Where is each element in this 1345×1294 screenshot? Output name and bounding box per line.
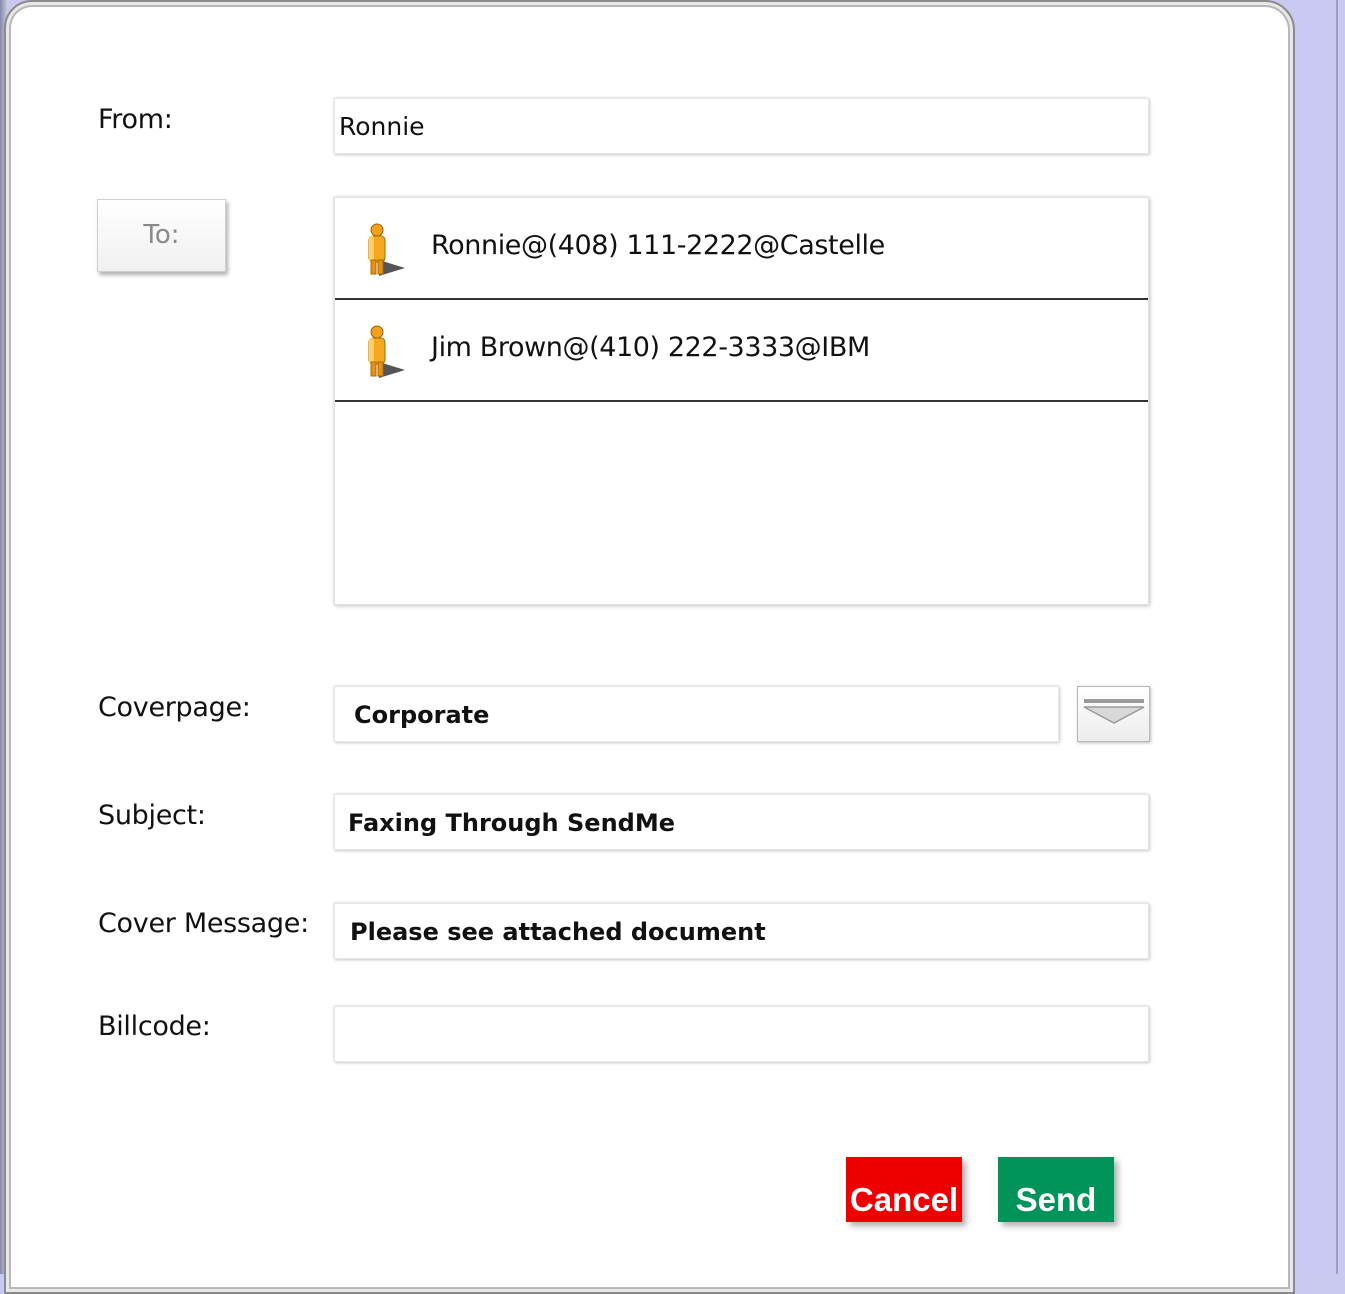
subject-value: Faxing Through SendMe: [348, 809, 675, 837]
coverpage-select[interactable]: Corporate: [334, 686, 1059, 742]
coverpage-label: Coverpage:: [98, 692, 251, 723]
chevron-down-icon: [1083, 699, 1145, 724]
cancel-button[interactable]: Cancel: [846, 1157, 962, 1222]
from-value: Ronnie: [339, 112, 425, 141]
recipient-list[interactable]: Ronnie@(408) 111-2222@Castelle Jim Brown…: [334, 197, 1149, 605]
subject-field[interactable]: Faxing Through SendMe: [334, 794, 1149, 850]
billcode-field[interactable]: [334, 1006, 1149, 1062]
from-field[interactable]: Ronnie: [334, 98, 1149, 154]
fax-compose-panel: [4, 0, 1295, 1294]
cover-message-field[interactable]: Please see attached document: [334, 903, 1149, 959]
to-button[interactable]: To:: [97, 199, 226, 272]
person-icon: [368, 223, 405, 276]
recipient-item[interactable]: Ronnie@(408) 111-2222@Castelle: [335, 198, 1148, 300]
coverpage-value: Corporate: [354, 701, 490, 729]
subject-label: Subject:: [98, 800, 206, 831]
billcode-label: Billcode:: [98, 1011, 211, 1042]
person-icon: [368, 325, 405, 378]
recipient-item[interactable]: Jim Brown@(410) 222-3333@IBM: [335, 300, 1148, 402]
recipient-text: Ronnie@(408) 111-2222@Castelle: [431, 230, 885, 261]
cover-message-value: Please see attached document: [350, 918, 766, 946]
send-button[interactable]: Send: [998, 1157, 1114, 1222]
recipient-text: Jim Brown@(410) 222-3333@IBM: [431, 332, 870, 363]
from-label: From:: [98, 104, 173, 135]
coverpage-dropdown-button[interactable]: [1077, 686, 1150, 742]
window-right-edge: [1294, 0, 1345, 1274]
cover-message-label: Cover Message:: [98, 908, 309, 939]
